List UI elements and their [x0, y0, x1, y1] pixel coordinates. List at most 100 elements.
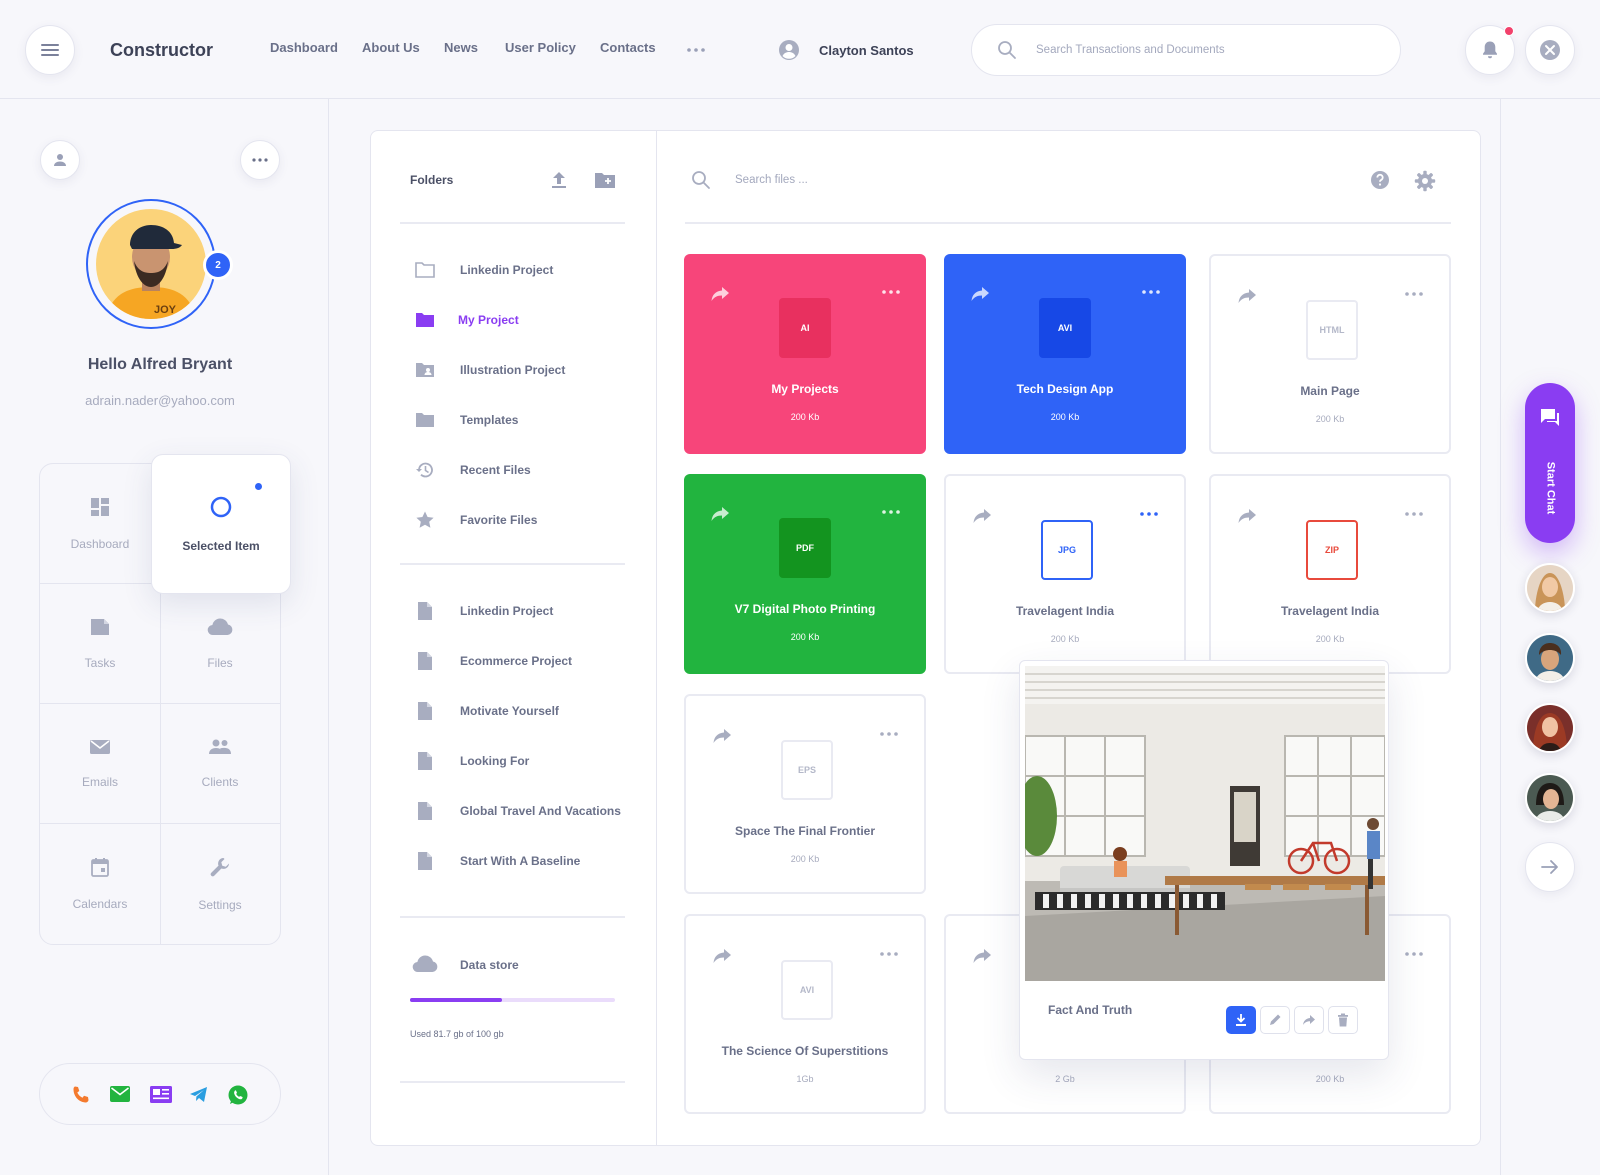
contact-avatar[interactable] [1525, 703, 1575, 753]
file-name: Travelagent India [1280, 604, 1380, 618]
menu-button[interactable] [25, 25, 75, 75]
divider [400, 563, 625, 565]
folder-item-active[interactable]: My Project [415, 305, 519, 335]
file-card[interactable]: HTML Main Page 200 Kb [1209, 254, 1451, 454]
news-icon[interactable] [150, 1086, 172, 1103]
clients-icon [209, 739, 231, 754]
menu-item-selected[interactable]: Selected Item [151, 454, 291, 594]
menu-item-settings[interactable]: Settings [160, 824, 280, 944]
telegram-icon[interactable] [189, 1086, 209, 1104]
delete-button[interactable] [1328, 1006, 1358, 1034]
help-icon[interactable] [1370, 170, 1390, 190]
menu-label: Clients [201, 775, 239, 789]
file-list-item[interactable]: Linkedin Project [415, 596, 553, 626]
menu-item-files[interactable]: Files [160, 584, 280, 704]
file-icon [418, 702, 432, 720]
nav-news[interactable]: News [444, 40, 478, 55]
file-card[interactable]: AVI Tech Design App 200 Kb [944, 254, 1186, 454]
profile-button[interactable] [40, 140, 80, 180]
menu-label: Files [207, 656, 233, 670]
folder-item[interactable]: Linkedin Project [415, 255, 553, 285]
nav-dashboard[interactable]: Dashboard [270, 40, 338, 55]
avatar[interactable]: JOY [86, 199, 216, 329]
divider [400, 916, 625, 918]
file-card[interactable]: AI My Projects 200 Kb [684, 254, 926, 454]
folder-item[interactable]: Illustration Project [415, 355, 565, 385]
share-button[interactable] [1294, 1006, 1324, 1034]
folder-label: Linkedin Project [460, 263, 554, 277]
search-icon[interactable] [691, 170, 711, 190]
download-button[interactable] [1226, 1006, 1256, 1034]
user-account-icon[interactable] [778, 39, 800, 61]
folders-title: Folders [410, 173, 454, 187]
folder-item[interactable]: Recent Files [415, 455, 531, 485]
share-icon[interactable] [970, 286, 990, 302]
file-card[interactable]: EPS Space The Final Frontier 200 Kb [684, 694, 926, 894]
edit-button[interactable] [1260, 1006, 1290, 1034]
nav-about-us[interactable]: About Us [362, 40, 420, 55]
more-dots-icon[interactable] [1405, 292, 1423, 296]
profile-more-button[interactable] [240, 140, 280, 180]
storage-label: Data store [460, 958, 519, 972]
folder-item[interactable]: Favorite Files [415, 505, 537, 535]
upload-icon[interactable] [551, 171, 567, 189]
file-list-item[interactable]: Looking For [415, 746, 529, 776]
file-card[interactable]: AVI The Science Of Superstitions 1Gb [684, 914, 926, 1114]
header-user-name[interactable]: Clayton Santos [819, 43, 914, 58]
menu-item-calendars[interactable]: Calendars [40, 824, 160, 944]
file-list-item[interactable]: Start With A Baseline [415, 846, 580, 876]
start-chat-button[interactable]: Start Chat [1525, 383, 1575, 543]
nav-user-policy[interactable]: User Policy [505, 40, 576, 55]
folder-item[interactable]: Templates [415, 405, 518, 435]
gear-icon[interactable] [1414, 170, 1436, 192]
folder-label: My Project [458, 313, 519, 327]
file-list-item[interactable]: Ecommerce Project [415, 646, 572, 676]
share-icon[interactable] [972, 948, 992, 964]
share-icon[interactable] [712, 728, 732, 744]
svg-text:JOY: JOY [154, 304, 177, 316]
share-icon[interactable] [1237, 508, 1257, 524]
files-search-input[interactable]: Search files ... [735, 174, 808, 186]
global-search-input[interactable]: Search Transactions and Documents [971, 24, 1401, 76]
more-dots-icon[interactable] [1405, 952, 1423, 956]
menu-item-clients[interactable]: Clients [160, 704, 280, 824]
share-icon[interactable] [712, 948, 732, 964]
next-button[interactable] [1525, 842, 1575, 892]
share-icon[interactable] [710, 506, 730, 522]
close-button[interactable] [1525, 25, 1575, 75]
menu-item-tasks[interactable]: Tasks [40, 584, 160, 704]
contact-avatar[interactable] [1525, 773, 1575, 823]
file-list-item[interactable]: Global Travel And Vacations [415, 796, 621, 826]
more-dots-icon[interactable] [1405, 512, 1423, 516]
more-dots-icon[interactable] [1142, 290, 1160, 294]
file-card[interactable]: ZIP Travelagent India 200 Kb [1209, 474, 1451, 674]
more-dots-icon[interactable] [1140, 512, 1158, 516]
share-icon[interactable] [1237, 288, 1257, 304]
more-dots-icon[interactable] [882, 290, 900, 294]
contact-photo [1527, 705, 1573, 751]
more-dots-icon[interactable] [882, 510, 900, 514]
close-circle-icon [1540, 40, 1560, 60]
menu-item-dashboard[interactable]: Dashboard [40, 464, 160, 584]
share-icon[interactable] [710, 286, 730, 302]
contact-avatar[interactable] [1525, 633, 1575, 683]
file-list-item[interactable]: Motivate Yourself [415, 696, 559, 726]
file-card[interactable]: PDF V7 Digital Photo Printing 200 Kb [684, 474, 926, 674]
more-dots-icon[interactable] [880, 952, 898, 956]
file-card[interactable]: JPG Travelagent India 200 Kb [944, 474, 1186, 674]
whatsapp-icon[interactable] [227, 1084, 249, 1106]
profile-photo: JOY [96, 209, 206, 319]
phone-icon[interactable] [71, 1085, 91, 1105]
menu-item-emails[interactable]: Emails [40, 704, 160, 824]
new-folder-icon[interactable] [594, 171, 616, 189]
folder-label: Illustration Project [460, 363, 566, 377]
more-nav-icon[interactable] [687, 48, 705, 52]
mail-icon[interactable] [110, 1086, 130, 1102]
share-icon[interactable] [972, 508, 992, 524]
contact-avatar[interactable] [1525, 563, 1575, 613]
notifications-button[interactable] [1465, 25, 1515, 75]
calendar-icon [91, 858, 109, 877]
nav-contacts[interactable]: Contacts [600, 40, 656, 55]
file-type-badge: AVI [1039, 298, 1091, 358]
more-dots-icon[interactable] [880, 732, 898, 736]
